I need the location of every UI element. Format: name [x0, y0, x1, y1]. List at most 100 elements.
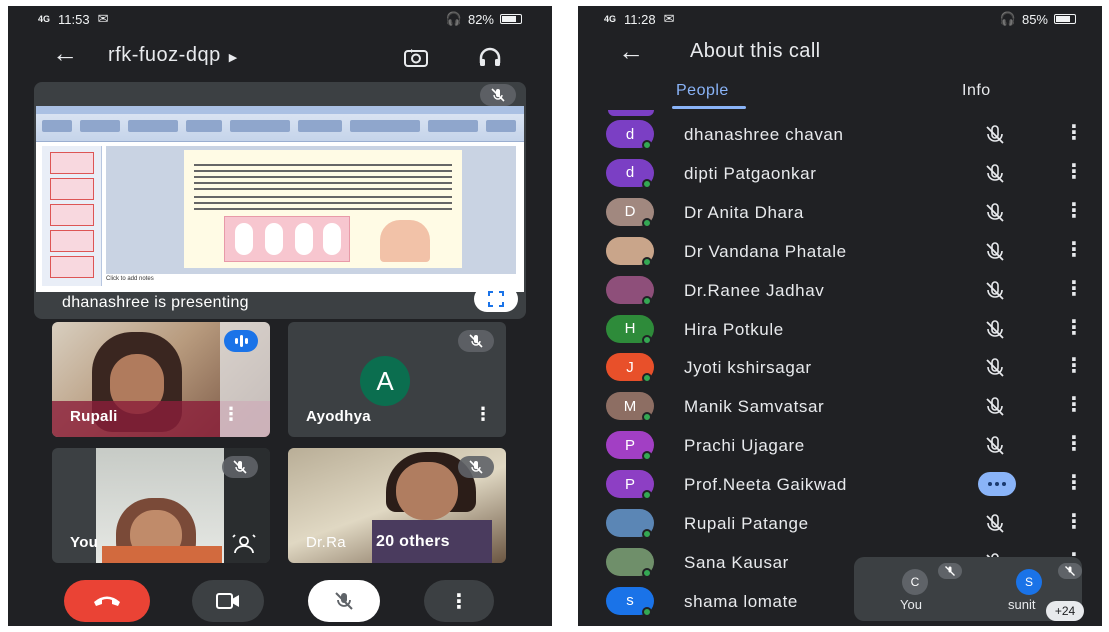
- mic-off-icon: [335, 592, 353, 610]
- status-time: 11:53: [58, 11, 90, 27]
- mic-off-icon: [938, 563, 962, 579]
- slide-illustration: [380, 220, 430, 262]
- participant-name: Prachi Ujagare: [684, 436, 805, 456]
- participant-name: Rupali: [70, 408, 118, 425]
- participant-row[interactable]: M Manik Samvatsar ⋮: [578, 388, 1102, 426]
- active-tab-indicator: [672, 106, 746, 109]
- more-options-icon[interactable]: ⋮: [1064, 392, 1084, 417]
- participant-label: sunit: [1008, 597, 1036, 612]
- participant-row[interactable]: P Prachi Ujagare ⋮: [578, 427, 1102, 465]
- end-call-button[interactable]: [64, 580, 150, 622]
- signal-indicator: 4G: [604, 14, 617, 24]
- more-vert-icon: ⋮: [449, 590, 469, 613]
- effects-icon[interactable]: [230, 533, 258, 555]
- about-call-screen: 4G 11:28 ✉ 🎧 85% ← About this call Peopl…: [578, 6, 1102, 626]
- mic-off-icon: [981, 162, 1009, 186]
- participant-name: Hira Potkule: [684, 319, 784, 339]
- participant-row[interactable]: J Jyoti kshirsagar ⋮: [578, 349, 1102, 387]
- mic-off-icon: [981, 279, 1009, 303]
- video-camera-icon: [216, 593, 239, 609]
- camera-toggle-button[interactable]: [192, 580, 264, 622]
- avatar: M: [606, 392, 654, 423]
- tab-info[interactable]: Info: [962, 82, 991, 100]
- participant-tile-ayodhya[interactable]: A Ayodhya ⋮: [288, 322, 506, 437]
- more-options-icon[interactable]: ⋮: [1064, 509, 1084, 534]
- slide-canvas: [106, 146, 516, 274]
- mic-off-icon: [480, 84, 516, 106]
- participant-name: dhanashree chavan: [684, 125, 844, 144]
- fullscreen-button[interactable]: [474, 286, 518, 312]
- battery-icon: [500, 14, 522, 24]
- participant-tile-rupali[interactable]: Rupali ⋮: [52, 322, 270, 437]
- battery-icon: [1054, 14, 1076, 24]
- battery-percent: 85%: [1021, 11, 1048, 27]
- back-arrow-icon[interactable]: ←: [52, 38, 78, 69]
- participant-row[interactable]: P Prof.Neeta Gaikwad ⋮: [578, 466, 1102, 504]
- online-dot: [642, 334, 652, 345]
- participant-row[interactable]: H Hira Potkule ⋮: [578, 311, 1102, 349]
- self-preview-card[interactable]: C You S sunit +24: [854, 557, 1084, 621]
- mic-off-icon: [981, 240, 1009, 264]
- participant-row[interactable]: d dipti Patgaonkar ⋮: [578, 155, 1102, 193]
- participant-row[interactable]: Dr.Ranee Jadhav ⋮: [578, 272, 1102, 310]
- participant-name: You: [70, 534, 99, 551]
- participant-row[interactable]: Dr Vandana Phatale ⋮: [578, 233, 1102, 271]
- avatar: P: [606, 470, 654, 501]
- mic-off-icon: [981, 512, 1009, 536]
- more-options-icon[interactable]: ⋮: [1064, 315, 1084, 340]
- more-options-icon[interactable]: ⋮: [1064, 237, 1084, 262]
- participant-tile-others[interactable]: Dr.Ra 20 others: [288, 448, 506, 563]
- slide-image: [224, 216, 350, 262]
- online-dot: [642, 178, 652, 189]
- participant-tile-self[interactable]: You: [52, 448, 270, 563]
- battery-percent: 82%: [467, 11, 494, 27]
- more-options-icon[interactable]: ⋮: [222, 404, 240, 425]
- more-options-icon[interactable]: ⋮: [1064, 159, 1084, 184]
- participant-row[interactable]: d dhanashree chavan ⋮: [578, 116, 1102, 154]
- message-icon: ✉: [97, 11, 109, 26]
- avatar: P: [606, 431, 654, 462]
- avatar: [606, 547, 654, 578]
- mic-toggle-button[interactable]: [308, 580, 380, 622]
- participant-name: Ayodhya: [306, 408, 371, 425]
- participant-row[interactable]: D Dr Anita Dhara ⋮: [578, 194, 1102, 232]
- self-label: You: [900, 597, 922, 612]
- participant-name: Jyoti kshirsagar: [684, 358, 812, 378]
- avatar: H: [606, 314, 654, 345]
- online-dot: [642, 606, 652, 617]
- more-options-icon[interactable]: ⋮: [1064, 470, 1084, 495]
- caret-right-icon: ▶: [228, 52, 238, 64]
- back-arrow-icon[interactable]: ←: [618, 36, 644, 67]
- online-dot: [642, 567, 652, 578]
- meeting-code[interactable]: rfk-fuoz-dqp ▶: [108, 44, 238, 67]
- switch-camera-icon[interactable]: [400, 42, 432, 74]
- avatar: S: [1016, 569, 1042, 595]
- avatar: A: [360, 356, 410, 406]
- mic-off-icon: [1058, 563, 1082, 579]
- participant-name: dipti Patgaonkar: [684, 163, 817, 183]
- participant-name: Rupali Patange: [684, 514, 809, 533]
- status-time: 11:28: [624, 11, 656, 27]
- avatar: [606, 509, 654, 539]
- participant-row[interactable]: Rupali Patange ⋮: [578, 505, 1102, 543]
- online-dot: [642, 256, 652, 267]
- more-options-icon[interactable]: ⋮: [1064, 353, 1084, 378]
- participant-name: Dr Vandana Phatale: [684, 241, 847, 261]
- meet-call-screen: 4G 11:53 ✉ 🎧 82% ← rfk-fuoz-dqp ▶ Click …: [8, 6, 552, 626]
- more-options-icon[interactable]: ⋮: [1064, 120, 1084, 145]
- more-options-icon[interactable]: ⋮: [1064, 431, 1084, 456]
- more-options-icon[interactable]: ⋮: [1064, 276, 1084, 301]
- call-header: ← rfk-fuoz-dqp ▶: [8, 36, 552, 80]
- online-dot: [642, 373, 652, 384]
- notes-placeholder: Click to add notes: [106, 276, 154, 282]
- more-options-icon[interactable]: ⋮: [474, 404, 492, 425]
- more-participants-badge: +24: [1046, 601, 1084, 621]
- audio-output-icon[interactable]: [474, 42, 506, 74]
- presentation-tile[interactable]: Click to add notes dhanashree is present…: [34, 82, 526, 319]
- more-options-icon[interactable]: ⋮: [1064, 198, 1084, 223]
- more-options-button[interactable]: ⋮: [424, 580, 494, 622]
- speaking-indicator-icon: [978, 472, 1016, 497]
- tab-people[interactable]: People: [676, 82, 729, 100]
- mic-off-icon: [981, 434, 1009, 458]
- avatar: [606, 275, 654, 306]
